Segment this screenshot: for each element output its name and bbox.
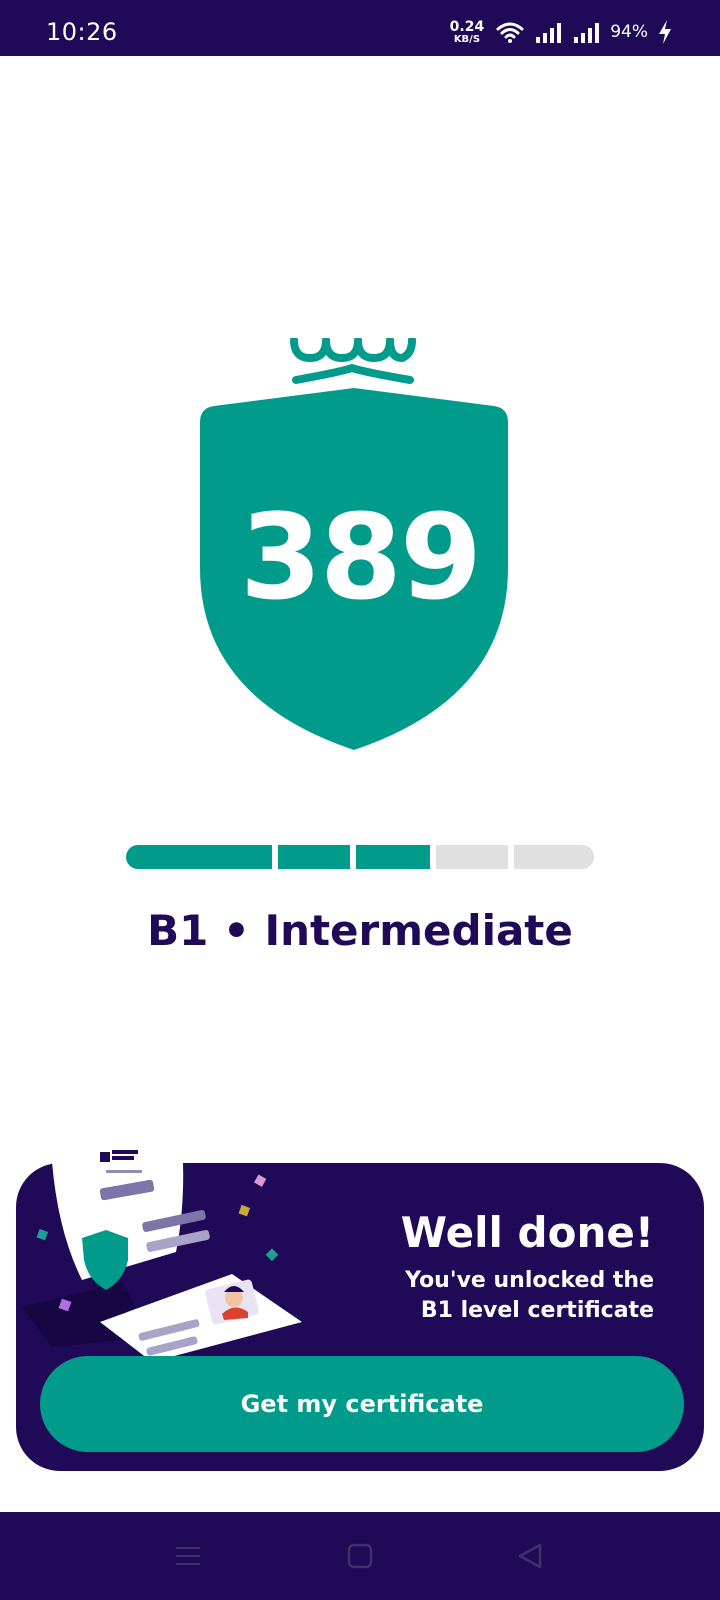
progress-segment [436, 845, 508, 869]
card-subtitle-line2: B1 level certificate [420, 1298, 654, 1323]
progress-segment [356, 845, 430, 869]
net-speed-unit: KB/S [453, 33, 481, 45]
net-speed-value: 0.24 [449, 18, 485, 35]
progress-segment [126, 845, 272, 869]
system-nav-bar [0, 1512, 720, 1600]
home-square-icon [347, 1543, 373, 1569]
net-speed: 0.24 KB/S [450, 20, 485, 45]
score-value: 389 [239, 488, 482, 626]
score-shield: 389 [190, 336, 530, 768]
back-triangle-icon [518, 1543, 542, 1569]
signal-icon [536, 23, 562, 43]
card-title: Well done! [400, 1208, 654, 1257]
get-certificate-button[interactable]: Get my certificate [40, 1356, 684, 1452]
level-label: B1 • Intermediate [147, 906, 573, 955]
card-subtitle: You've unlocked the B1 level certificate [405, 1266, 654, 1326]
status-time: 10:26 [46, 18, 118, 46]
back-button[interactable] [506, 1532, 554, 1580]
recent-apps-button[interactable] [164, 1532, 212, 1580]
level-progress-bar [126, 845, 594, 869]
menu-icon [176, 1547, 200, 1565]
battery-percent: 94% [610, 22, 648, 42]
card-subtitle-line1: You've unlocked the [405, 1268, 654, 1293]
wifi-icon [496, 22, 524, 43]
status-icons: 0.24 KB/S 94% [450, 18, 672, 46]
home-button[interactable] [336, 1532, 384, 1580]
certificate-illustration [22, 1132, 302, 1362]
progress-segment [514, 845, 594, 869]
charging-icon [659, 20, 671, 44]
progress-segment [278, 845, 350, 869]
signal-icon [574, 23, 600, 43]
status-bar: 10:26 0.24 KB/S 94% [0, 0, 720, 56]
